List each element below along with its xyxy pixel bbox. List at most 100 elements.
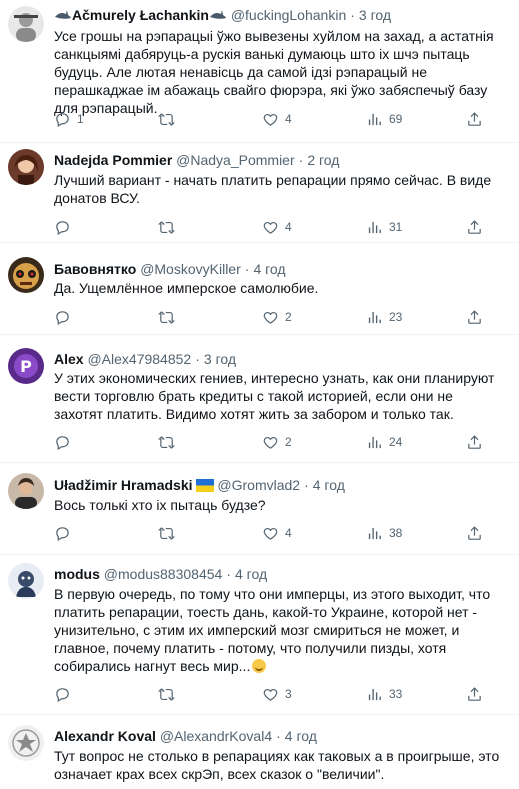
avatar[interactable]: [8, 257, 44, 293]
author-name[interactable]: Alexandr Koval: [54, 728, 156, 744]
separator-dot: ·: [226, 566, 231, 582]
author-name[interactable]: Бавовнятко: [54, 261, 136, 277]
reply-tweet[interactable]: Ačmurely Łachankin @fuckingLohankin · 3 го…: [0, 0, 519, 143]
views-button[interactable]: 24: [366, 433, 402, 451]
reply-tweet[interactable]: Uładžimir Hramadski @Gromvlad2 · 4 год Вос…: [0, 463, 519, 555]
share-button[interactable]: [466, 218, 483, 236]
share-icon: [468, 525, 481, 540]
timestamp[interactable]: 4 год: [253, 261, 285, 277]
timestamp[interactable]: 4 год: [313, 477, 345, 493]
separator-dot: ·: [304, 477, 309, 493]
reply-tweet[interactable]: Бавовнятко @MoskovyKiller · 4 год Да. Ущем…: [0, 243, 519, 335]
action-bar: 4 31: [54, 218, 507, 236]
reply-feed: Ačmurely Łachankin @fuckingLohankin · 3 го…: [0, 0, 519, 789]
reply-count: 1: [77, 112, 84, 126]
shark-icon: [55, 10, 71, 19]
reply-tweet[interactable]: P Alex @Alex47984852 · 3 год У этих эконом…: [0, 335, 519, 463]
author-name[interactable]: Uładžimir Hramadski: [54, 477, 193, 493]
like-count: 4: [285, 112, 292, 126]
ukraine-flag-icon: [195, 479, 214, 492]
author-name[interactable]: modus: [54, 566, 100, 582]
timestamp[interactable]: 3 год: [359, 7, 391, 23]
views-button[interactable]: 38: [366, 524, 402, 542]
reply-button[interactable]: [54, 685, 77, 703]
share-button[interactable]: [466, 685, 483, 703]
author-handle[interactable]: @fuckingLohankin: [231, 7, 346, 23]
svg-text:P: P: [20, 357, 32, 376]
avatar[interactable]: P: [8, 348, 44, 384]
share-button[interactable]: [466, 433, 483, 451]
share-icon: [468, 686, 481, 701]
retweet-button[interactable]: [158, 218, 181, 236]
tweet-text: У этих экономических гениев, интересно у…: [54, 370, 495, 422]
share-button[interactable]: [466, 524, 483, 542]
views-count: 24: [389, 435, 403, 449]
share-button[interactable]: [466, 110, 483, 128]
like-count: 4: [285, 526, 292, 540]
reply-tweet[interactable]: Nadejda Pommier @Nadya_Pommier · 2 год Луч…: [0, 143, 519, 243]
retweet-icon: [158, 112, 175, 126]
timestamp[interactable]: 4 год: [235, 566, 267, 582]
heart-icon: [263, 311, 278, 324]
avatar[interactable]: [8, 725, 44, 761]
author-handle[interactable]: @modus88308454: [104, 566, 223, 582]
shark-icon: [209, 10, 226, 19]
views-count: 23: [389, 310, 403, 324]
tweet-text: Тут вопрос не столько в репарациях как т…: [54, 748, 500, 782]
avatar[interactable]: [8, 563, 44, 599]
reply-button[interactable]: [54, 524, 77, 542]
retweet-button[interactable]: [158, 433, 181, 451]
author-name[interactable]: Alex: [54, 351, 84, 367]
separator-dot: ·: [298, 152, 304, 168]
like-button[interactable]: 4: [262, 524, 292, 542]
like-button[interactable]: 4: [262, 218, 292, 236]
views-icon: [368, 113, 381, 125]
tweet-text-container: В первую очередь, по тому что они имперц…: [54, 585, 505, 675]
author-handle[interactable]: @AlexandrKoval4: [160, 728, 272, 744]
retweet-button[interactable]: [158, 685, 181, 703]
avatar[interactable]: [8, 473, 44, 509]
like-button[interactable]: 4: [262, 110, 292, 128]
grinning-emoji-icon: [252, 659, 267, 673]
author-name[interactable]: Ačmurely Łachankin: [72, 7, 209, 23]
avatar[interactable]: [8, 6, 44, 42]
retweet-button[interactable]: [158, 524, 181, 542]
share-button[interactable]: [466, 308, 483, 326]
reply-tweet[interactable]: modus @modus88308454 · 4 год В первую очер…: [0, 555, 519, 715]
author-handle[interactable]: @Alex47984852: [87, 351, 191, 367]
timestamp[interactable]: 3 год: [204, 351, 236, 367]
action-bar: 1 4 69: [54, 110, 507, 128]
views-button[interactable]: 69: [366, 110, 402, 128]
like-button[interactable]: 3: [262, 685, 292, 703]
reply-button[interactable]: [54, 218, 77, 236]
reply-icon: [56, 687, 69, 702]
timestamp[interactable]: 4 год: [285, 728, 317, 744]
views-button[interactable]: 31: [366, 218, 402, 236]
author-handle[interactable]: @MoskovyKiller: [140, 261, 241, 277]
views-button[interactable]: 33: [366, 685, 402, 703]
retweet-icon: [158, 687, 175, 701]
like-count: 2: [285, 310, 292, 324]
reply-button[interactable]: 1: [54, 110, 84, 128]
author-handle[interactable]: @Gromvlad2: [217, 477, 300, 493]
separator-dot: ·: [276, 728, 281, 744]
retweet-button[interactable]: [158, 110, 181, 128]
tweet-text: В первую очередь, по тому что они имперц…: [54, 586, 491, 674]
views-icon: [368, 311, 381, 323]
author-name[interactable]: Nadejda Pommier: [54, 152, 172, 168]
views-count: 31: [389, 220, 403, 234]
like-button[interactable]: 2: [262, 433, 292, 451]
timestamp[interactable]: 2 год: [307, 152, 339, 168]
reply-button[interactable]: [54, 433, 77, 451]
avatar[interactable]: [8, 149, 44, 185]
author-handle[interactable]: @Nadya_Pommier: [176, 152, 294, 168]
action-bar: 2 24: [54, 433, 507, 451]
retweet-icon: [158, 310, 175, 324]
reply-tweet[interactable]: Alexandr Koval @AlexandrKoval4 · 4 год Тут…: [0, 715, 519, 789]
like-count: 4: [285, 220, 292, 234]
retweet-icon: [158, 220, 175, 234]
views-button[interactable]: 23: [366, 308, 402, 326]
retweet-button[interactable]: [158, 308, 181, 326]
like-button[interactable]: 2: [262, 308, 292, 326]
reply-button[interactable]: [54, 308, 77, 326]
